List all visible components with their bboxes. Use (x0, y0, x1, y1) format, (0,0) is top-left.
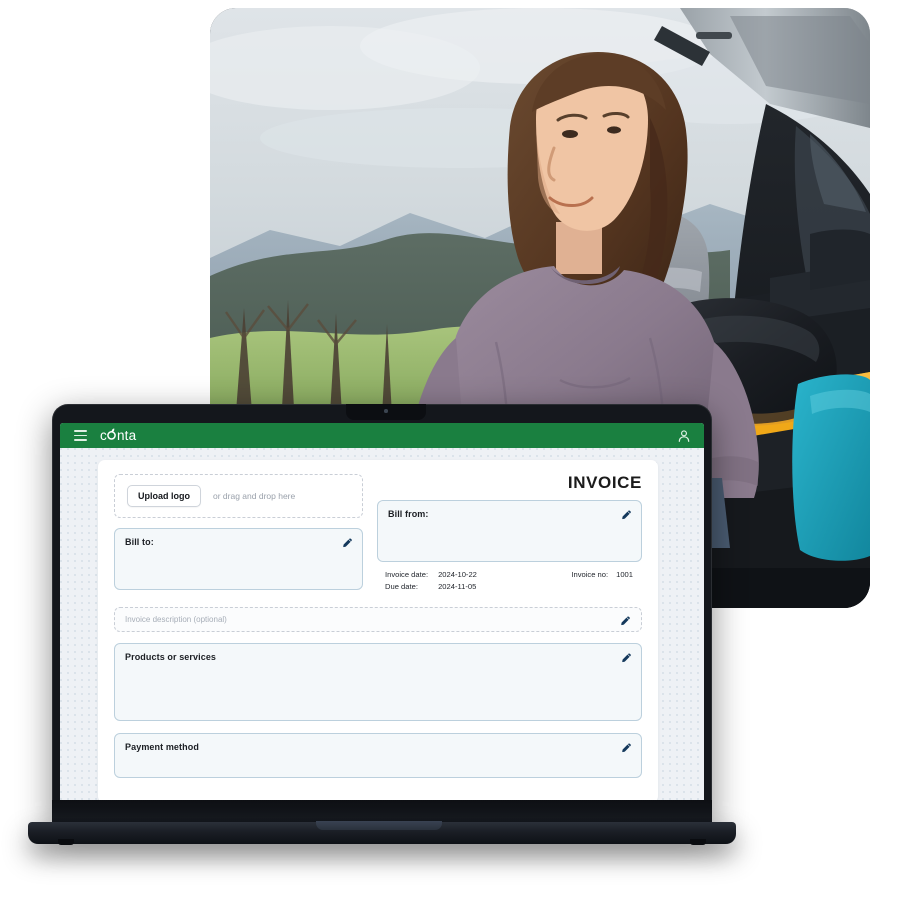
invoice-description-placeholder: Invoice description (optional) (125, 615, 227, 624)
invoice-number-value: 1001 (616, 570, 633, 579)
invoice-number-label: Invoice no: (571, 570, 609, 579)
laptop-screen-viewport: c nta Upload logo or drag and drop here … (60, 423, 704, 815)
upload-logo-dropzone[interactable]: Upload logo or drag and drop here (114, 474, 363, 518)
brand-logo-mark-icon (107, 428, 117, 443)
payment-method-edit-pencil-icon[interactable] (620, 741, 633, 754)
products-edit-pencil-icon[interactable] (620, 651, 633, 664)
invoice-number-group: Invoice no: 1001 (571, 570, 639, 579)
brand-logo-prefix: c (100, 427, 107, 443)
invoice-heading: INVOICE (567, 473, 642, 492)
invoice-date-value: 2024-10-22 (438, 570, 477, 579)
invoice-top-row: Upload logo or drag and drop here Bill t… (114, 474, 642, 591)
payment-method-field[interactable]: Payment method (114, 733, 642, 778)
screenshot-stage: c nta Upload logo or drag and drop here … (0, 0, 900, 900)
invoice-left-column: Upload logo or drag and drop here Bill t… (114, 474, 363, 590)
laptop-foot-right (690, 839, 706, 845)
bill-from-field[interactable]: Bill from: (377, 500, 642, 562)
laptop-foot-left (58, 839, 74, 845)
bill-to-edit-pencil-icon[interactable] (341, 536, 354, 549)
bill-to-field[interactable]: Bill to: (114, 528, 363, 590)
brand-logo-suffix: nta (116, 427, 137, 443)
bill-from-label: Bill from: (388, 509, 429, 519)
invoice-date-group: Invoice date: 2024-10-22 Due date: 2024-… (385, 570, 477, 591)
laptop-device: c nta Upload logo or drag and drop here … (28, 404, 736, 845)
invoice-description-field[interactable]: Invoice description (optional) (114, 607, 642, 632)
bill-to-label: Bill to: (125, 537, 154, 547)
products-or-services-field[interactable]: Products or services (114, 643, 642, 721)
invoice-dates-row: Invoice date: 2024-10-22 Due date: 2024-… (377, 570, 642, 591)
bill-from-edit-pencil-icon[interactable] (620, 508, 633, 521)
invoice-right-column: INVOICE Bill from: Invoice date: 2024-10… (377, 474, 642, 591)
invoice-card: Upload logo or drag and drop here Bill t… (98, 460, 658, 803)
app-topbar: c nta (60, 423, 704, 448)
app-canvas: Upload logo or drag and drop here Bill t… (60, 448, 704, 815)
due-date-value: 2024-11-05 (438, 582, 477, 591)
products-or-services-label: Products or services (125, 652, 217, 662)
laptop-base (28, 821, 736, 845)
user-account-icon[interactable] (676, 428, 692, 444)
brand-logo[interactable]: c nta (100, 428, 136, 443)
upload-logo-button[interactable]: Upload logo (127, 485, 201, 507)
laptop-camera-notch (346, 404, 426, 420)
invoice-description-edit-pencil-icon[interactable] (619, 614, 632, 627)
due-date-label: Due date: (385, 582, 418, 591)
camera-lens-icon (384, 409, 388, 413)
laptop-base-notch (316, 821, 442, 830)
invoice-date-label: Invoice date: (385, 570, 429, 579)
payment-method-label: Payment method (125, 742, 199, 752)
hamburger-menu-icon[interactable] (74, 430, 87, 441)
upload-logo-hint: or drag and drop here (213, 491, 296, 501)
